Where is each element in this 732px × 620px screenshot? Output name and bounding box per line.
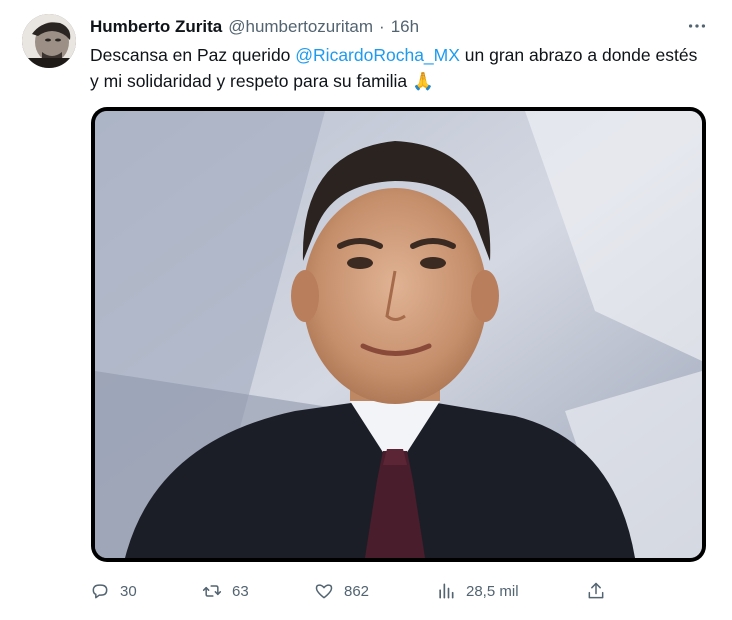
tweet-photo (95, 111, 702, 558)
separator-dot: · (379, 17, 385, 36)
tweet-text-part1: Descansa en Paz querido (90, 45, 296, 65)
tweet-text: Descansa en Paz querido @RicardoRocha_MX… (90, 42, 700, 94)
author-handle[interactable]: @humbertozuritam (228, 17, 373, 37)
views-icon (439, 583, 454, 599)
mention-link[interactable]: @RicardoRocha_MX (295, 45, 460, 65)
heart-icon (315, 584, 333, 599)
retweet-icon (202, 585, 222, 597)
avatar[interactable] (22, 14, 76, 68)
like-button[interactable]: 862 (314, 576, 369, 606)
tweet-actions: 30 63 862 28,5 mil (90, 576, 610, 606)
like-count: 862 (344, 582, 370, 600)
tweet-time[interactable]: 16h (391, 17, 419, 37)
views-button[interactable]: 28,5 mil (436, 576, 519, 606)
reply-icon (92, 584, 108, 599)
tweet-media[interactable] (91, 107, 706, 562)
retweet-button[interactable]: 63 (202, 576, 249, 606)
avatar-image (22, 14, 76, 68)
more-icon (688, 24, 706, 28)
author-name[interactable]: Humberto Zurita (90, 17, 222, 37)
retweet-count: 63 (232, 582, 249, 600)
reply-count: 30 (120, 582, 137, 600)
tweet[interactable]: Humberto Zurita @humbertozuritam · 16h D… (0, 0, 732, 620)
praying-hands-emoji: 🙏 (411, 71, 434, 91)
views-count: 28,5 mil (466, 582, 519, 600)
tweet-header: Humberto Zurita @humbertozuritam · 16h (90, 16, 419, 38)
reply-button[interactable]: 30 (90, 576, 137, 606)
share-button[interactable] (586, 576, 606, 606)
share-icon (588, 582, 604, 599)
more-button[interactable] (684, 14, 710, 38)
